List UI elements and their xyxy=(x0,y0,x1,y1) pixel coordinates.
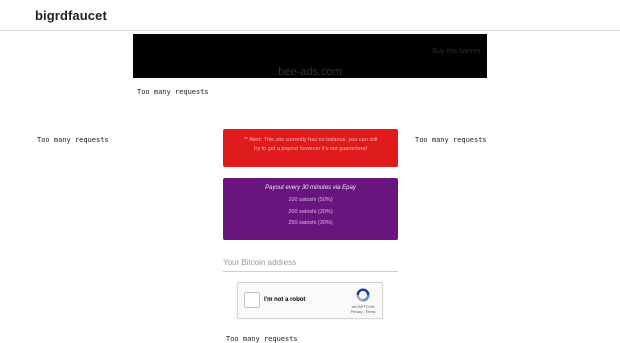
recaptcha-widget: I'm not a robot reCAPTCHA Privacy - Term… xyxy=(237,282,383,319)
too-many-requests-top: Too many requests xyxy=(137,88,209,96)
recaptcha-brand: reCAPTCHA xyxy=(351,304,375,309)
alert-line-2: try to get a payout however it's not gua… xyxy=(254,146,367,152)
ad-banner[interactable]: Buy this banner bee-ads.com xyxy=(133,34,487,78)
too-many-requests-right: Too many requests xyxy=(415,136,487,144)
recaptcha-logo-icon xyxy=(356,288,370,302)
recaptcha-checkbox[interactable] xyxy=(244,292,260,308)
ad-banner-text: bee-ads.com xyxy=(278,66,342,78)
too-many-requests-bottom: Too many requests xyxy=(226,335,298,343)
recaptcha-privacy-terms[interactable]: Privacy - Terms xyxy=(349,310,377,314)
ad-corner-text[interactable]: Buy this banner xyxy=(432,48,481,55)
payout-info-box: Payout every 30 minutes via Epay 100 sat… xyxy=(223,178,398,240)
payout-row: 100 satoshi (50%) xyxy=(288,197,333,203)
recaptcha-label: I'm not a robot xyxy=(264,297,306,303)
balance-alert: ** Alert: This site currently has no bal… xyxy=(223,129,398,167)
payout-title: Payout every 30 minutes via Epay xyxy=(265,185,356,191)
site-brand[interactable]: bigrdfaucet xyxy=(35,8,107,23)
top-navbar: bigrdfaucet xyxy=(0,0,620,31)
payout-row: 200 satoshi (20%) xyxy=(288,208,333,215)
payout-row: 250 satoshi (30%) xyxy=(288,220,333,226)
bitcoin-address-input[interactable] xyxy=(223,254,398,272)
too-many-requests-left: Too many requests xyxy=(37,136,109,144)
alert-line-1: ** Alert: This site currently has no bal… xyxy=(243,137,378,143)
